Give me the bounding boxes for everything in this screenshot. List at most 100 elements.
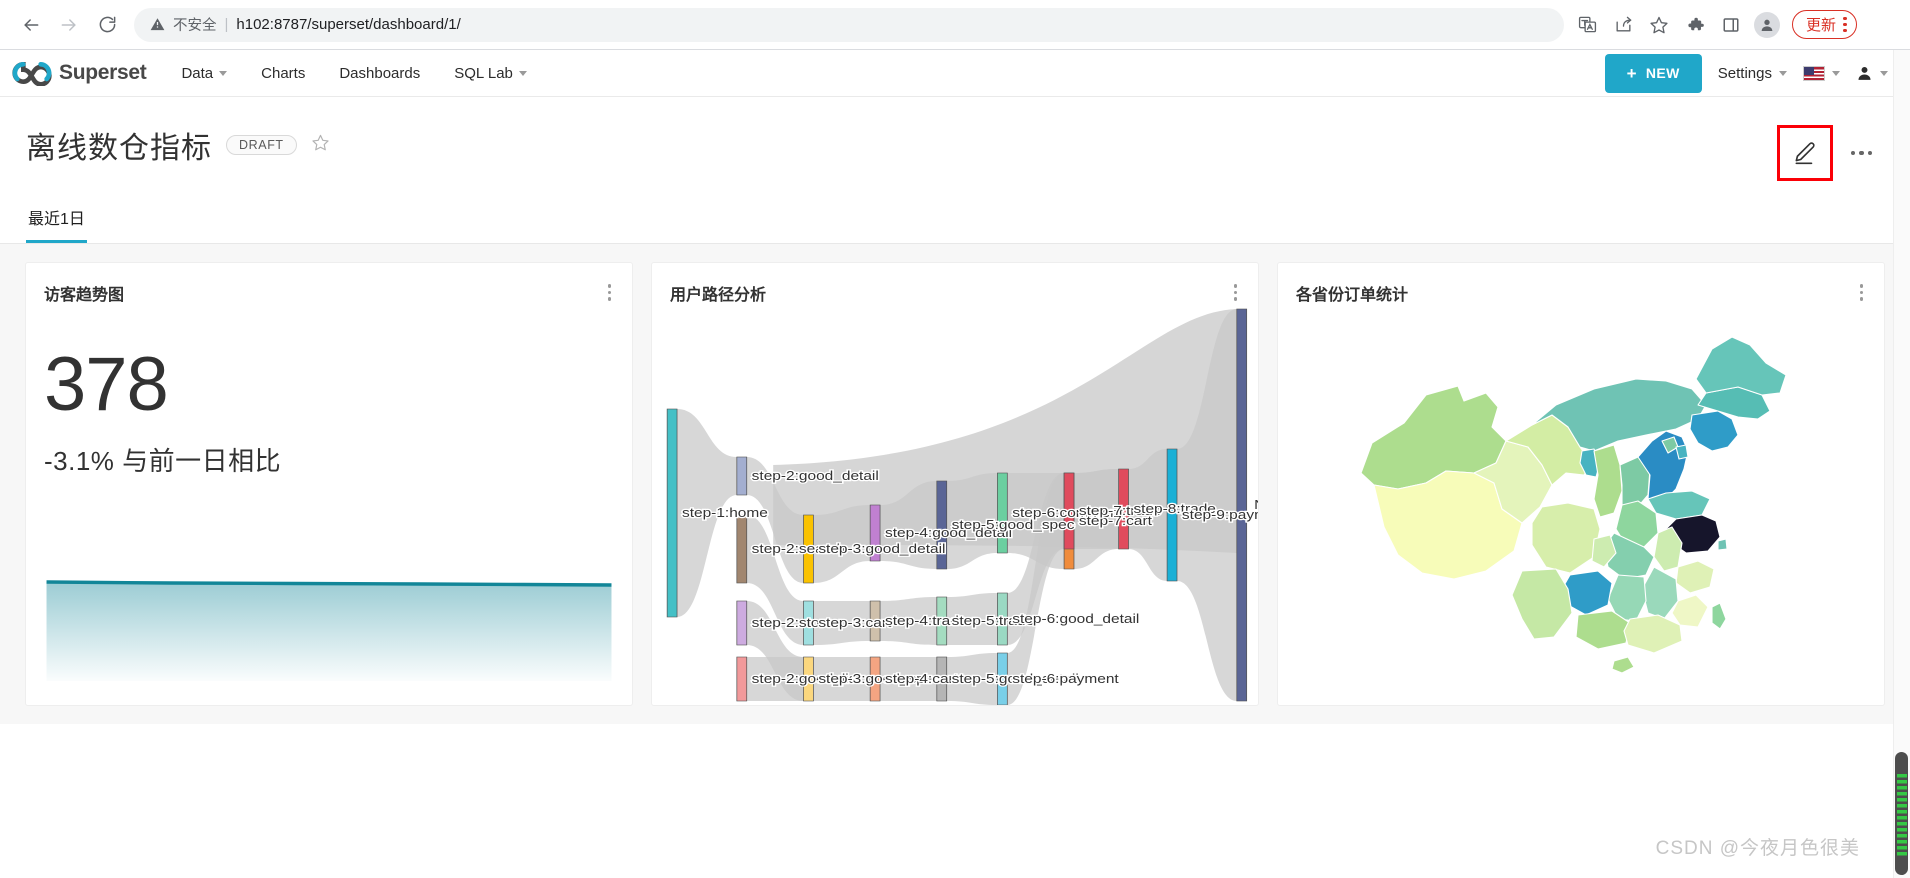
sankey-node-label: step-6:good_detail xyxy=(1012,611,1139,625)
province-liaoning xyxy=(1690,411,1738,451)
more-vertical-icon[interactable] xyxy=(1231,281,1241,304)
chart-card-user-path: 用户路径分析 step-1:home step-2:good_detailstep… xyxy=(651,262,1259,706)
chart-card-province-orders: 各省份订单统计 xyxy=(1277,262,1885,706)
translate-icon[interactable] xyxy=(1570,8,1604,42)
new-button-label: NEW xyxy=(1646,65,1680,81)
chevron-down-icon xyxy=(1779,71,1787,76)
language-menu[interactable] xyxy=(1803,66,1840,81)
chart-body xyxy=(1278,305,1884,705)
chart-card-visitor-trend: 访客趋势图 378 -3.1% 与前一日相比 xyxy=(25,262,633,706)
page-scrollbar-thumb[interactable] xyxy=(1895,752,1908,875)
more-vertical-icon[interactable] xyxy=(1857,281,1867,304)
forward-button[interactable] xyxy=(52,8,86,42)
sankey-node-label: step-9:payment xyxy=(1182,507,1258,521)
browser-menu-icon[interactable] xyxy=(1843,17,1847,33)
not-secure-warning-icon xyxy=(150,17,165,32)
new-button[interactable]: + NEW xyxy=(1605,54,1702,93)
url-text: h102:8787/superset/dashboard/1/ xyxy=(236,16,460,33)
china-choropleth-map[interactable] xyxy=(1278,305,1884,705)
province-sichuan xyxy=(1532,503,1600,573)
nav-item-charts-label: Charts xyxy=(261,65,305,82)
province-shaanxi xyxy=(1594,445,1622,517)
chart-title: 各省份订单统计 xyxy=(1296,281,1408,305)
nav-item-dashboards[interactable]: Dashboards xyxy=(322,50,437,97)
sankey-diagram[interactable]: step-1:homestep-2:good_detailstep-2:sear… xyxy=(652,305,1258,705)
sankey-node-label: step-3:cart xyxy=(818,615,891,629)
sankey-node-label: step-1:home xyxy=(682,505,768,519)
chevron-down-icon xyxy=(219,71,227,76)
browser-toolbar: 不安全 | h102:8787/superset/dashboard/1/ 更新 xyxy=(0,0,1910,50)
settings-menu[interactable]: Settings xyxy=(1718,65,1787,82)
province-yunnan xyxy=(1512,569,1572,639)
chevron-down-icon xyxy=(1880,71,1888,76)
chevron-down-icon xyxy=(519,71,527,76)
dashboard-header: 离线数仓指标 DRAFT xyxy=(0,97,1910,181)
side-panel-icon[interactable] xyxy=(1714,8,1748,42)
user-menu[interactable] xyxy=(1856,65,1888,82)
sankey-node-label: step-2:good_detail xyxy=(752,468,879,482)
chart-body: step-1:homestep-2:good_detailstep-2:sear… xyxy=(652,305,1258,705)
chart-body: 378 -3.1% 与前一日相比 xyxy=(26,305,632,705)
province-shanghai xyxy=(1718,539,1727,550)
sankey-node-label: None xyxy=(1254,497,1258,511)
nav-item-charts[interactable]: Charts xyxy=(244,50,322,97)
back-button[interactable] xyxy=(14,8,48,42)
province-taiwan xyxy=(1712,603,1726,629)
more-horizontal-icon[interactable] xyxy=(1839,151,1885,156)
province-guangdong xyxy=(1624,615,1682,653)
nav-item-sql-lab-label: SQL Lab xyxy=(454,65,513,82)
nav-item-sql-lab[interactable]: SQL Lab xyxy=(437,50,544,97)
browser-nav-buttons xyxy=(14,8,124,42)
share-icon[interactable] xyxy=(1606,8,1640,42)
csdn-watermark: CSDN @今夜月色很美 xyxy=(1656,833,1860,860)
dashboard-title-row: 离线数仓指标 DRAFT xyxy=(26,123,330,167)
sankey-node-label: step-4:cart xyxy=(885,671,958,685)
province-heilongjiang xyxy=(1696,337,1786,395)
update-button-label: 更新 xyxy=(1806,14,1836,35)
province-zhejiang xyxy=(1676,561,1714,593)
chart-title: 用户路径分析 xyxy=(670,281,766,305)
extensions-puzzle-icon[interactable] xyxy=(1678,8,1712,42)
sankey-node-label: step-6:payment xyxy=(1012,671,1119,685)
more-vertical-icon[interactable] xyxy=(605,281,615,304)
user-avatar-icon xyxy=(1856,65,1873,82)
reload-button[interactable] xyxy=(90,8,124,42)
card-header: 各省份订单统计 xyxy=(1278,263,1884,305)
superset-navbar: Superset Data Charts Dashboards SQL Lab … xyxy=(0,50,1910,97)
pencil-edit-icon xyxy=(1792,140,1818,166)
superset-main-menu: Data Charts Dashboards SQL Lab xyxy=(164,50,543,97)
tab-recent-1-day[interactable]: 最近1日 xyxy=(26,197,87,243)
update-button[interactable]: 更新 xyxy=(1792,10,1857,39)
card-header: 用户路径分析 xyxy=(652,263,1258,305)
profile-avatar-icon[interactable] xyxy=(1750,8,1784,42)
omnibox-separator: | xyxy=(225,16,229,33)
scrollbar-thumb-stripes xyxy=(1897,774,1907,857)
province-hainan xyxy=(1612,657,1634,673)
chevron-down-icon xyxy=(1832,71,1840,76)
plus-icon: + xyxy=(1627,65,1637,82)
sparkline-area-chart xyxy=(44,576,614,681)
superset-logo[interactable]: Superset xyxy=(6,60,164,86)
dashboard-actions xyxy=(1777,123,1885,181)
browser-toolbar-icons: 更新 xyxy=(1570,8,1857,42)
not-secure-label: 不安全 xyxy=(173,14,217,35)
card-header: 访客趋势图 xyxy=(26,263,632,305)
settings-label: Settings xyxy=(1718,65,1772,82)
bookmark-star-icon[interactable] xyxy=(1642,8,1676,42)
page-title: 离线数仓指标 xyxy=(26,123,212,167)
nav-item-dashboards-label: Dashboards xyxy=(339,65,420,82)
avatar xyxy=(1754,12,1780,38)
edit-dashboard-button[interactable] xyxy=(1777,125,1833,181)
page-scrollbar-track[interactable] xyxy=(1893,50,1910,878)
superset-brand-label: Superset xyxy=(59,61,146,85)
superset-infinity-icon xyxy=(12,60,52,86)
star-outline-icon[interactable] xyxy=(311,133,330,158)
sankey-node-label: step-3:good_detail xyxy=(818,541,945,555)
address-bar[interactable]: 不安全 | h102:8787/superset/dashboard/1/ xyxy=(134,8,1564,42)
big-number-value: 378 xyxy=(26,305,632,423)
chart-title: 访客趋势图 xyxy=(44,281,124,305)
dashboard-grid: 访客趋势图 378 -3.1% 与前一日相比 xyxy=(0,244,1910,724)
nav-item-data[interactable]: Data xyxy=(164,50,244,97)
big-number-subheader: -3.1% 与前一日相比 xyxy=(26,423,632,478)
nav-item-data-label: Data xyxy=(181,65,213,82)
